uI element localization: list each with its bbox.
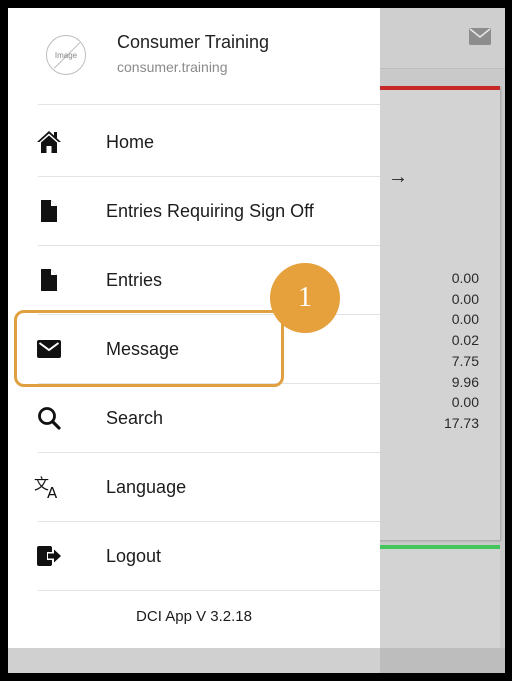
- value-row: 0.00: [451, 311, 479, 328]
- svg-text:A: A: [47, 484, 58, 500]
- document-icon: [34, 265, 64, 295]
- divider: [38, 590, 380, 591]
- phone-screen: → 0.00 0.00 0.00 0.02 7.75 9.96 0.00 17.…: [8, 8, 505, 673]
- menu-item-label: Entries: [106, 269, 163, 290]
- document-icon: [34, 196, 64, 226]
- step-badge: 1: [270, 263, 340, 333]
- profile-name: Consumer Training: [117, 32, 270, 52]
- menu-item-label: Logout: [106, 545, 162, 566]
- app-version: DCI App V 3.2.18: [136, 608, 252, 625]
- search-icon: [34, 403, 64, 433]
- value-row: 0.02: [451, 332, 479, 349]
- translate-icon: 文 A: [34, 472, 64, 502]
- menu-item-logout[interactable]: Logout: [8, 522, 380, 590]
- avatar-placeholder-text: Image: [54, 50, 78, 60]
- value-row: 9.96: [451, 373, 479, 390]
- value-row: 7.75: [451, 352, 479, 369]
- menu-item-label: Entries Requiring Sign Off: [106, 200, 314, 221]
- highlight-box: [14, 310, 284, 387]
- home-icon: [34, 127, 64, 157]
- menu-item-label: Home: [106, 131, 155, 152]
- value-row: 0.00: [451, 290, 479, 307]
- menu-item-home[interactable]: Home: [8, 108, 380, 176]
- menu-item-entries-requiring-sign-off[interactable]: Entries Requiring Sign Off: [8, 177, 380, 245]
- menu-item-search[interactable]: Search: [8, 384, 380, 452]
- background-values-list: 0.00 0.00 0.00 0.02 7.75 9.96 0.00 17.73: [444, 268, 479, 434]
- profile-header: Image Consumer Training consumer.trainin…: [8, 8, 380, 104]
- drawer-footer: [8, 648, 380, 673]
- value-row: 0.00: [451, 270, 479, 286]
- menu-item-language[interactable]: 文 A Language: [8, 453, 380, 521]
- avatar: Image: [46, 35, 86, 75]
- envelope-icon[interactable]: [469, 28, 491, 45]
- value-row: 0.00: [451, 394, 479, 411]
- menu-item-label: Search: [106, 407, 164, 428]
- divider: [38, 104, 380, 105]
- menu-item-label: Language: [106, 476, 187, 497]
- value-row: 17.73: [443, 414, 479, 431]
- arrow-right-icon: →: [388, 166, 408, 188]
- profile-username: consumer.training: [117, 59, 228, 75]
- logout-icon: [34, 541, 64, 571]
